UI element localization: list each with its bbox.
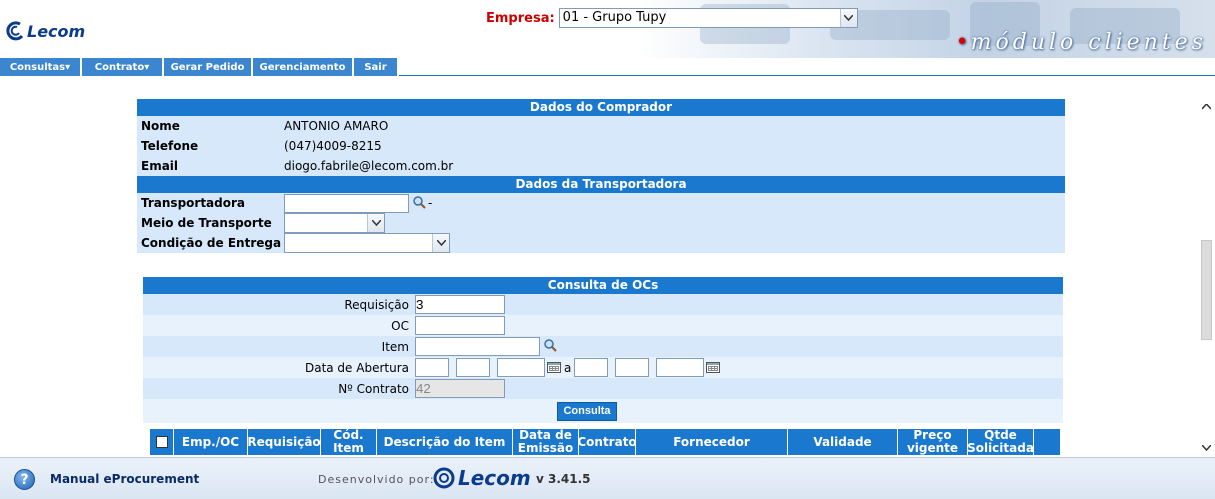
meio-transporte-row: Meio de Transporte	[137, 213, 1065, 233]
version-text: v 3.41.5	[536, 472, 591, 486]
nome-value: ANTONIO AMARO	[284, 119, 389, 133]
data-abertura-label: Data de Abertura	[304, 360, 409, 375]
calendar-icon[interactable]	[547, 362, 561, 373]
meio-transporte-select[interactable]	[284, 213, 385, 233]
consulta-title: Consulta de OCs	[143, 277, 1063, 294]
meio-transporte-label: Meio de Transporte	[141, 216, 272, 230]
empresa-selector: Empresa: 01 - Grupo Tupy	[486, 8, 858, 28]
consulta-button[interactable]: Consulta	[557, 401, 617, 421]
col-preco-vigente[interactable]: Preço vigente	[898, 429, 968, 455]
menu-gerenciamento[interactable]: Gerenciamento	[253, 58, 354, 76]
manual-link[interactable]: Manual eProcurement	[50, 472, 199, 486]
requisicao-input[interactable]	[415, 295, 505, 314]
search-icon[interactable]	[543, 338, 559, 355]
data-inicio-mes[interactable]	[456, 358, 490, 377]
data-inicio-dia[interactable]	[415, 358, 449, 377]
transportadora-row: Transportadora -	[137, 193, 1065, 213]
oc-label: OC	[391, 318, 409, 333]
chevron-down-icon[interactable]	[839, 9, 857, 27]
transportadora-suffix: -	[428, 196, 433, 210]
lecom-logo-icon	[6, 21, 24, 41]
chevron-down-icon[interactable]	[367, 214, 384, 232]
transportadora-label: Transportadora	[141, 196, 246, 210]
menu-sair[interactable]: Sair	[354, 58, 399, 76]
menu-gerar-pedido[interactable]: Gerar Pedido	[164, 58, 253, 76]
col-data-emissao[interactable]: Data de Emissão	[513, 429, 579, 455]
col-validade[interactable]: Validade	[788, 429, 898, 455]
empresa-value: 01 - Grupo Tupy	[562, 10, 667, 25]
requisicao-label: Requisição	[344, 297, 409, 312]
scroll-down-icon[interactable]	[1202, 445, 1211, 451]
empresa-label: Empresa:	[486, 10, 555, 26]
footer-lecom-logo: Lecom	[432, 466, 531, 490]
search-icon[interactable]	[412, 195, 428, 212]
comprador-title: Dados do Comprador	[137, 99, 1065, 116]
dropdown-arrow-icon: ▾	[65, 61, 71, 73]
consulta-button-row: Consulta	[143, 399, 1063, 423]
oc-input[interactable]	[415, 316, 505, 335]
telefone-value: (047)4009-8215	[284, 139, 382, 153]
select-all-cell	[150, 429, 174, 455]
footer: ? Manual eProcurement Desenvolvido por: …	[0, 457, 1215, 499]
telefone-label: Telefone	[141, 139, 199, 153]
consulta-ocs-panel: Consulta de OCs Requisição OC Item Data …	[143, 277, 1063, 423]
data-fim-ano[interactable]	[656, 358, 705, 377]
scroll-up-icon[interactable]	[1202, 104, 1211, 110]
col-descricao[interactable]: Descrição do Item	[377, 429, 513, 455]
lecom-logo-icon	[433, 467, 455, 489]
item-label: Item	[381, 339, 409, 354]
empresa-select[interactable]: 01 - Grupo Tupy	[558, 8, 858, 28]
main-menu: Consultas ▾ Contrato ▾ Gerar Pedido Gerenc…	[0, 58, 1215, 76]
select-all-checkbox[interactable]	[155, 436, 168, 448]
data-separator: a	[564, 360, 572, 375]
data-abertura-row: Data de Abertura a	[143, 357, 1063, 378]
nome-label: Nome	[141, 119, 180, 133]
nome-row: Nome ANTONIO AMARO	[137, 116, 1065, 136]
vertical-scrollbar[interactable]	[1198, 100, 1215, 455]
item-input[interactable]	[415, 337, 540, 356]
header: Lecom •módulo clientes Empresa: 01 - Gru…	[0, 0, 1215, 58]
data-inicio-ano[interactable]	[497, 358, 545, 377]
lecom-logo: Lecom	[4, 16, 85, 46]
contrato-input	[415, 379, 505, 398]
data-fim-dia[interactable]	[574, 358, 609, 377]
menu-contrato[interactable]: Contrato ▾	[82, 58, 164, 76]
transportadora-title: Dados da Transportadora	[137, 176, 1065, 193]
calendar-icon[interactable]	[706, 362, 721, 373]
scroll-thumb[interactable]	[1201, 240, 1212, 340]
col-emp-oc[interactable]: Emp./OC	[174, 429, 248, 455]
module-title: •módulo clientes	[955, 30, 1207, 55]
col-contrato[interactable]: Contrato	[579, 429, 636, 455]
col-fornecedor[interactable]: Fornecedor	[636, 429, 788, 455]
item-row: Item	[143, 336, 1063, 357]
condicao-entrega-select[interactable]	[284, 233, 450, 253]
menu-consultas[interactable]: Consultas ▾	[0, 58, 82, 76]
col-cod-item[interactable]: Cód. Item	[321, 429, 377, 455]
oc-row: OC	[143, 315, 1063, 336]
condicao-entrega-label: Condição de Entrega	[141, 236, 282, 250]
logo-text: Lecom	[27, 21, 86, 41]
email-value: diogo.fabrile@lecom.com.br	[284, 159, 454, 173]
email-label: Email	[141, 159, 179, 173]
results-table: Emp./OC Requisição Cód. Item Descrição d…	[150, 429, 1060, 455]
col-requisicao[interactable]: Requisição	[248, 429, 321, 455]
dropdown-arrow-icon: ▾	[144, 61, 150, 73]
telefone-row: Telefone (047)4009-8215	[137, 136, 1065, 156]
help-icon[interactable]: ?	[14, 469, 35, 490]
contrato-row: Nº Contrato	[143, 378, 1063, 399]
requisicao-row: Requisição	[143, 294, 1063, 315]
comprador-panel: Dados do Comprador Nome ANTONIO AMARO Te…	[137, 99, 1065, 253]
table-header: Emp./OC Requisição Cód. Item Descrição d…	[150, 429, 1060, 455]
transportadora-input[interactable]	[284, 193, 409, 213]
condicao-entrega-row: Condição de Entrega	[137, 233, 1065, 253]
chevron-down-icon[interactable]	[432, 234, 449, 252]
email-row: Email diogo.fabrile@lecom.com.br	[137, 156, 1065, 176]
data-fim-mes[interactable]	[615, 358, 650, 377]
col-qtde-solicitada[interactable]: Qtde Solicitada	[968, 429, 1034, 455]
contrato-label: Nº Contrato	[338, 381, 409, 396]
developed-by-text: Desenvolvido por:	[318, 473, 435, 486]
